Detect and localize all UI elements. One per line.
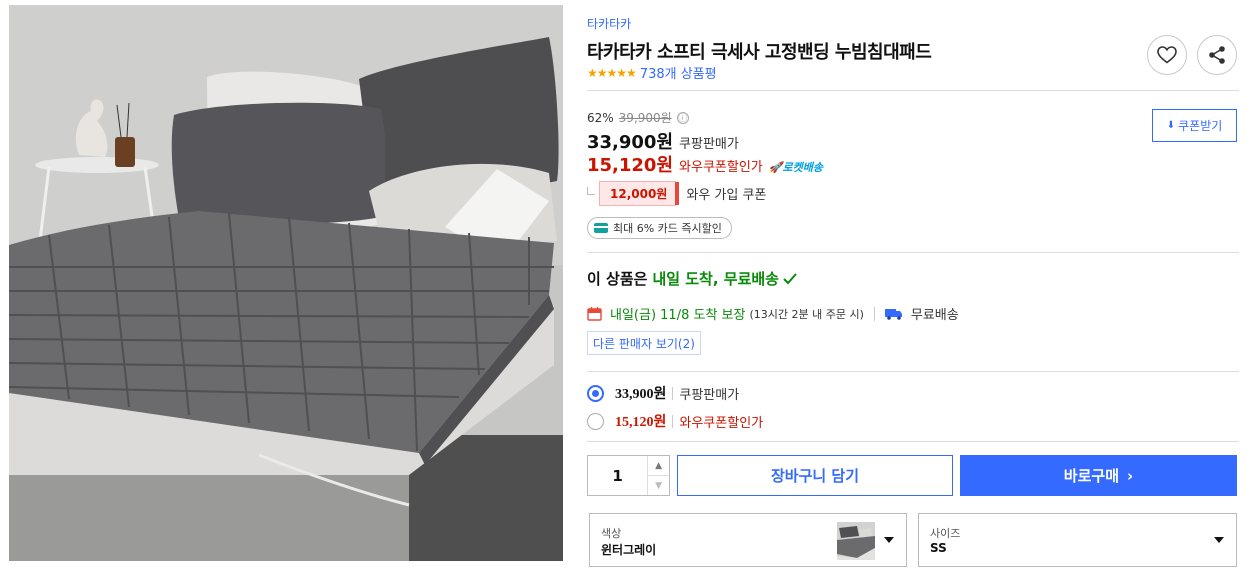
quantity-steps: ▲ ▼ (647, 456, 669, 495)
delivery-headline-prefix: 이 상품은 (587, 270, 648, 288)
color-option-label: 색상 (601, 527, 622, 540)
rocket-delivery-badge: 🚀로켓배송 (769, 159, 823, 175)
wow-coupon-row: 12,000원 와우 가입 쿠폰 (587, 181, 766, 206)
other-sellers-button[interactable]: 다른 판매자 보기(2) (587, 331, 701, 355)
free-shipping-label: 무료배송 (910, 308, 959, 323)
info-icon[interactable]: ⓘ (676, 111, 689, 124)
divider (587, 252, 1239, 253)
buy-now-button[interactable]: 바로구매 › (960, 455, 1237, 496)
rocket-icon: 🚀 (768, 161, 783, 174)
share-button[interactable] (1197, 35, 1237, 75)
rocket-delivery-label: 로켓배송 (782, 161, 823, 174)
option-price: 15,120원 (615, 415, 667, 430)
radio-button[interactable] (587, 412, 604, 430)
delivery-info-row: 내일(금) 11/8 도착 보장 (13시간 2분 내 주문 시) 무료배송 (587, 304, 959, 323)
download-coupon-button[interactable]: ⬇ 쿠폰받기 (1152, 109, 1237, 142)
size-option-select[interactable]: 사이즈 SS (918, 513, 1237, 567)
download-icon: ⬇ (1166, 120, 1176, 131)
brand-link[interactable]: 타카타카 (587, 15, 631, 32)
wow-price-row: 15,120원 와우쿠폰할인가 🚀로켓배송 (587, 151, 823, 177)
price-option-wow[interactable]: 15,120원 와우쿠폰할인가 (587, 411, 763, 431)
caret-down-icon (1214, 537, 1224, 543)
delivery-headline-highlight: 내일 도착, 무료배송 (652, 270, 779, 288)
heart-icon (1157, 46, 1177, 64)
wishlist-button[interactable] (1147, 35, 1187, 75)
option-price: 33,900원 (615, 387, 667, 402)
original-price: 39,900원 (618, 111, 672, 125)
card-icon (594, 223, 608, 233)
quantity-increase-button[interactable]: ▲ (648, 456, 669, 475)
quantity-stepper[interactable]: 1 ▲ ▼ (587, 455, 670, 496)
rating-row[interactable]: ★★★★★ 738개 상품평 (587, 63, 717, 83)
coupon-description: 와우 가입 쿠폰 (686, 188, 767, 203)
truck-icon (884, 308, 902, 320)
wow-price: 15,120원 (587, 155, 674, 176)
card-discount-chip[interactable]: 최대 6% 카드 즉시할인 (587, 217, 732, 239)
radio-button-selected[interactable] (587, 384, 604, 402)
option-label: 와우쿠폰할인가 (679, 415, 764, 431)
check-icon (783, 272, 797, 284)
product-info-panel: 타카타카 타카타카 소프티 극세사 고정밴딩 누빔침대패드 ★★★★★ 738개… (587, 0, 1239, 574)
review-count-link[interactable]: 738개 상품평 (640, 63, 717, 82)
buy-now-label: 바로구매 (1063, 467, 1119, 485)
product-main-image[interactable] (9, 5, 563, 561)
wow-price-label: 와우쿠폰할인가 (679, 160, 763, 175)
separator (672, 386, 674, 400)
star-rating-icon: ★★★★★ (587, 65, 637, 80)
color-option-value: 윈터그레이 (601, 543, 657, 557)
chevron-right-icon: › (1127, 466, 1134, 485)
separator (873, 306, 875, 321)
option-label: 쿠팡판매가 (679, 387, 740, 403)
size-option-label: 사이즈 (930, 527, 961, 540)
add-to-cart-button[interactable]: 장바구니 담기 (677, 455, 953, 496)
arrival-note: (13시간 2분 내 주문 시) (749, 307, 864, 321)
quantity-input[interactable]: 1 (588, 456, 647, 495)
discount-row: 62% 39,900원 ⓘ (587, 109, 689, 126)
divider (587, 441, 1239, 442)
color-option-select[interactable]: 색상 윈터그레이 (589, 513, 907, 567)
coupon-button-label: 쿠폰받기 (1178, 119, 1223, 133)
divider (587, 371, 1239, 372)
product-title: 타카타카 소프티 극세사 고정밴딩 누빔침대패드 (587, 42, 932, 63)
card-discount-label: 최대 6% 카드 즉시할인 (613, 222, 722, 235)
size-option-value: SS (930, 541, 947, 555)
coupon-amount-tag: 12,000원 (599, 181, 680, 206)
delivery-headline: 이 상품은 내일 도착, 무료배송 (587, 268, 797, 289)
bed-pad-thumbnail (837, 522, 875, 560)
share-icon (1209, 46, 1225, 64)
sale-price-label: 쿠팡판매가 (679, 137, 739, 152)
quantity-decrease-button[interactable]: ▼ (648, 475, 669, 495)
elbow-connector (587, 186, 595, 195)
arrival-guarantee: 내일(금) 11/8 도착 보장 (610, 308, 746, 323)
bed-pad-photo (9, 5, 563, 561)
color-thumbnail (837, 522, 875, 560)
divider (587, 90, 1239, 91)
price-option-coupang[interactable]: 33,900원 쿠팡판매가 (587, 383, 739, 403)
discount-rate: 62% (587, 110, 614, 125)
caret-down-icon (884, 537, 894, 543)
calendar-icon (587, 307, 602, 321)
separator (672, 414, 674, 428)
